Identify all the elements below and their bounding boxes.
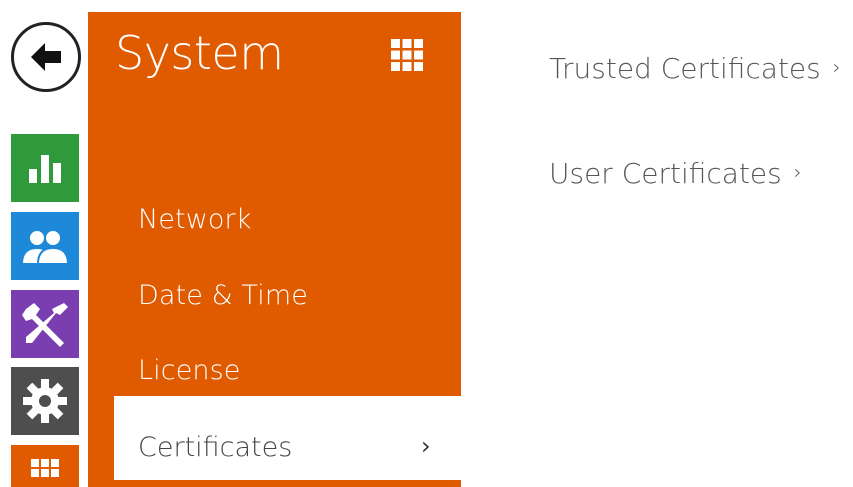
rail-hardware-tile[interactable] — [11, 290, 79, 358]
rail-system-tile[interactable] — [11, 445, 79, 487]
rail-services-tile[interactable] — [11, 367, 79, 435]
chevron-right-icon: › — [793, 160, 802, 184]
menu-item-license[interactable]: License — [138, 355, 241, 386]
menu-item-date-time[interactable]: Date & Time — [138, 280, 308, 311]
app-root: System Network Date & Time License Certi… — [0, 0, 853, 487]
grid-icon[interactable] — [391, 39, 423, 71]
tools-icon — [22, 303, 68, 347]
chevron-right-icon: › — [421, 432, 431, 460]
arrow-left-icon — [31, 43, 61, 71]
link-label: Trusted Certificates — [549, 52, 821, 85]
rail-directory-tile[interactable] — [11, 212, 79, 280]
user-certificates-link[interactable]: User Certificates › — [549, 157, 802, 190]
chevron-right-icon: › — [832, 55, 841, 79]
users-icon — [20, 229, 70, 265]
page-title: System — [115, 26, 284, 80]
trusted-certificates-link[interactable]: Trusted Certificates › — [549, 52, 841, 85]
menu-item-certificates[interactable]: Certificates › — [114, 396, 461, 480]
gear-icon — [23, 379, 67, 423]
grid-icon — [31, 459, 59, 477]
back-button[interactable] — [11, 22, 81, 92]
menu-item-network[interactable]: Network — [138, 204, 251, 235]
link-label: User Certificates — [549, 157, 782, 190]
system-menu-panel: System Network Date & Time License Certi… — [88, 12, 461, 487]
menu-item-label: Certificates — [138, 432, 293, 463]
bar-chart-icon — [29, 155, 61, 183]
rail-status-tile[interactable] — [11, 134, 79, 202]
